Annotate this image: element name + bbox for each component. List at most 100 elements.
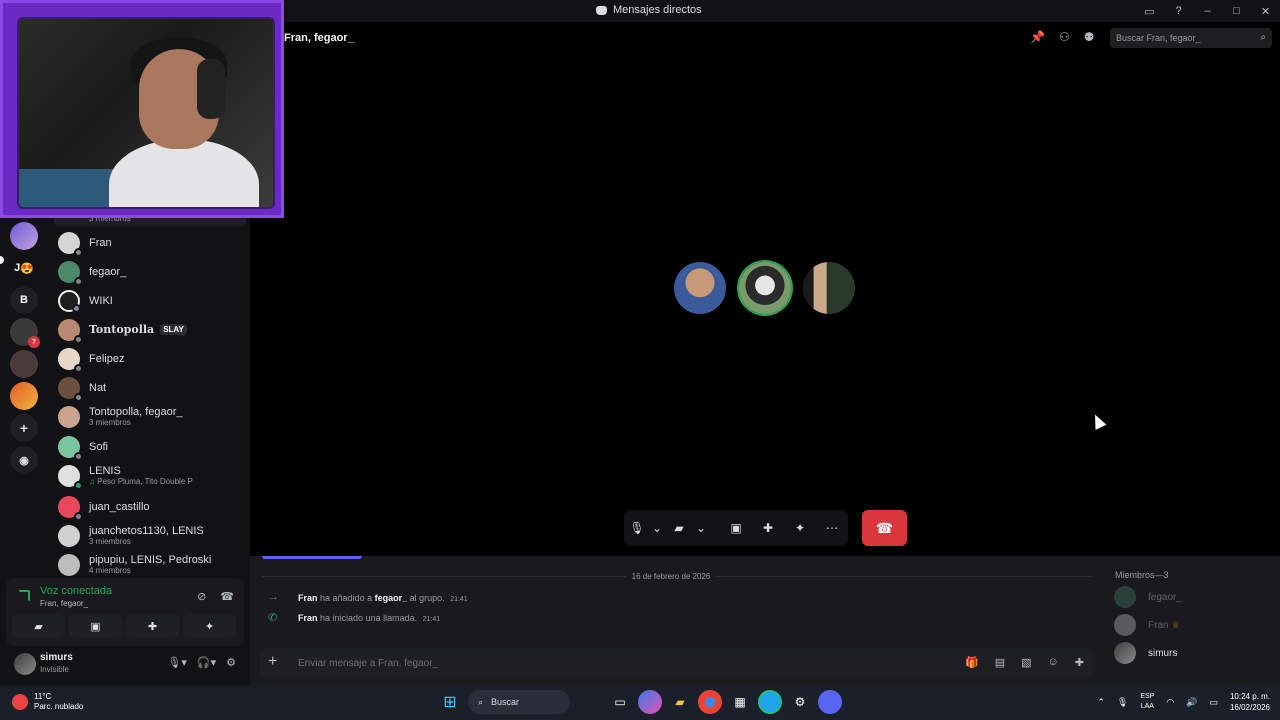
participant-avatar-speaking[interactable] [739,262,791,314]
soundboard-button[interactable]: ✦ [784,510,816,546]
end-call-button[interactable]: ☎ [862,510,907,546]
avatar [58,524,80,547]
camera-options-button[interactable]: ⌄ [694,510,708,546]
help-icon[interactable]: ? [1164,5,1193,17]
add-friends-icon[interactable]: ⚇ [1059,30,1070,44]
more-options-button[interactable]: ⋯ [816,510,848,546]
microphone-icon[interactable]: 🎙▾ [167,656,187,669]
disconnect-icon[interactable]: ☎ [220,590,234,603]
resize-handle[interactable] [262,556,362,559]
dm-item-fegaor[interactable]: fegaor_ [58,257,246,286]
activities-button[interactable]: ✚ [126,614,179,638]
dm-item-juan-castillo[interactable]: juan_castillo [58,492,246,521]
mic-options-button[interactable]: ⌄ [650,510,664,546]
dm-item-felipez[interactable]: Felipez [58,344,246,373]
task-view-icon[interactable]: ▭ [608,690,632,714]
settings-icon[interactable]: ⚙ [226,656,236,669]
search-input[interactable]: Buscar Fran, fegaor_ ⌕ [1110,28,1272,48]
settings-icon[interactable]: ⚙ [788,690,812,714]
discord-icon[interactable] [818,690,842,714]
channel-title: Fran, fegaor_ [284,32,354,44]
start-button[interactable]: ⊞ [438,690,462,714]
store-icon[interactable]: ▦ [728,690,752,714]
screen-share-icon: ▣ [730,521,742,535]
message-composer[interactable]: + Enviar mensaje a Fran, fegaor_ 🎁 ▤ ▧ ☺… [260,648,1094,678]
dm-item-nat[interactable]: Nat [58,373,246,402]
window-title: Mensajes directos [596,4,702,16]
gif-icon[interactable]: ▤ [995,656,1005,669]
server-with-badge[interactable]: 7 [10,318,40,348]
server-b[interactable]: B [10,286,38,314]
taskbar-search[interactable]: ⌕ Buscar [468,690,570,714]
headphones-icon[interactable]: 🎧▾ [197,656,216,669]
sticker-icon[interactable]: ▧ [1021,656,1031,669]
server-j[interactable]: J 😍 [10,254,38,282]
participant-avatar[interactable] [803,262,855,314]
chevron-down-icon: ⌄ [651,521,663,535]
add-server-icon[interactable]: + [10,414,38,442]
arrow-right-icon: → [268,591,279,603]
avatar [58,347,83,373]
server-avatar-3[interactable] [10,382,38,410]
dm-item-group-tontopolla[interactable]: Tontopolla, fegaor_ 3 miembros [58,402,246,431]
dm-item-group-pipupiu[interactable]: pipupiu, LENIS, Pedroski 4 miembros [58,550,246,579]
language-indicator[interactable]: ESP LAA [1140,692,1154,712]
chrome-icon[interactable] [698,690,722,714]
member-item[interactable]: Fran ♛ [1114,614,1180,636]
wifi-icon[interactable]: ◠ [1166,697,1174,708]
mention-badge: 7 [28,336,40,348]
avatar [58,435,83,461]
member-item[interactable]: simurs [1114,642,1177,664]
music-icon: ♫ [89,477,95,486]
pin-icon[interactable]: 📌 [1030,30,1045,44]
members-icon[interactable]: ⚉ [1084,30,1095,44]
dm-item-group-juanchetos[interactable]: juanchetos1130, LENIS 3 miembros [58,521,246,550]
participant-avatar[interactable] [674,262,726,314]
screen-share-button[interactable]: ▣ [720,510,752,546]
server-avatar[interactable] [10,222,38,250]
file-explorer-icon[interactable]: ▰ [668,690,692,714]
apps-icon[interactable]: ✚ [1075,656,1084,669]
dm-item-lenis[interactable]: LENIS ♫ Peso Pluma, Tito Double P [58,461,246,490]
inbox-icon[interactable]: ▭ [1135,5,1164,18]
copilot-icon[interactable] [638,690,662,714]
soundboard-button[interactable]: ✦ [183,614,236,638]
chevron-down-icon: ⌄ [695,521,707,535]
maximize-button[interactable]: □ [1222,5,1251,17]
activities-button[interactable]: ✚ [752,510,784,546]
edge-icon[interactable] [758,690,782,714]
avatar [58,231,83,257]
attach-icon[interactable]: + [268,653,277,671]
camera-button[interactable]: ▰ [664,510,694,546]
minimize-button[interactable]: – [1193,5,1222,17]
call-controls: 🎙 ⌄ ▰ ⌄ ▣ ✚ ✦ ⋯ [624,510,848,546]
battery-icon[interactable]: ▭ [1209,697,1218,708]
chevron-up-icon[interactable]: ⌃ [1097,697,1105,708]
windows-taskbar: 11°C Parc. nublado ⊞ ⌕ Buscar ▭ ▰ ▦ ⚙ ⌃ 🎙 … [0,686,1280,720]
avatar [1114,586,1136,608]
member-item[interactable]: fegaor_ [1114,586,1182,608]
weather-widget[interactable]: 11°C Parc. nublado [12,692,83,712]
avatar[interactable] [14,653,36,675]
close-button[interactable]: ✕ [1251,5,1280,18]
dm-item-fran[interactable]: Fran [58,228,246,257]
voice-channel[interactable]: Fran, fegaor_ [40,599,88,608]
search-icon: ⌕ [1260,32,1266,43]
screen-share-button[interactable]: ▣ [69,614,122,638]
dm-item-wiki[interactable]: WIKI [58,286,246,315]
clock[interactable]: 10:24 p. m. 16/02/2026 [1230,691,1270,713]
camera-toggle-button[interactable]: ▰ [12,614,65,638]
discover-icon[interactable]: ◉ [10,446,38,474]
soundboard-icon: ✦ [204,620,215,633]
dm-item-tontopolla[interactable]: Tontopolla SLAY [58,315,246,344]
dm-item-sofi[interactable]: Sofi [58,432,246,461]
message-input[interactable]: Enviar mensaje a Fran, fegaor_ [298,658,438,669]
noise-suppression-icon[interactable]: ⊘ [197,590,206,603]
mouse-cursor [1089,412,1107,430]
gift-icon[interactable]: 🎁 [965,656,979,669]
volume-icon[interactable]: 🔊 [1186,697,1197,708]
mute-button[interactable]: 🎙 [624,510,650,546]
emoji-icon[interactable]: ☺ [1048,656,1059,669]
server-avatar-2[interactable] [10,350,38,378]
microphone-icon[interactable]: 🎙 [1117,697,1128,708]
